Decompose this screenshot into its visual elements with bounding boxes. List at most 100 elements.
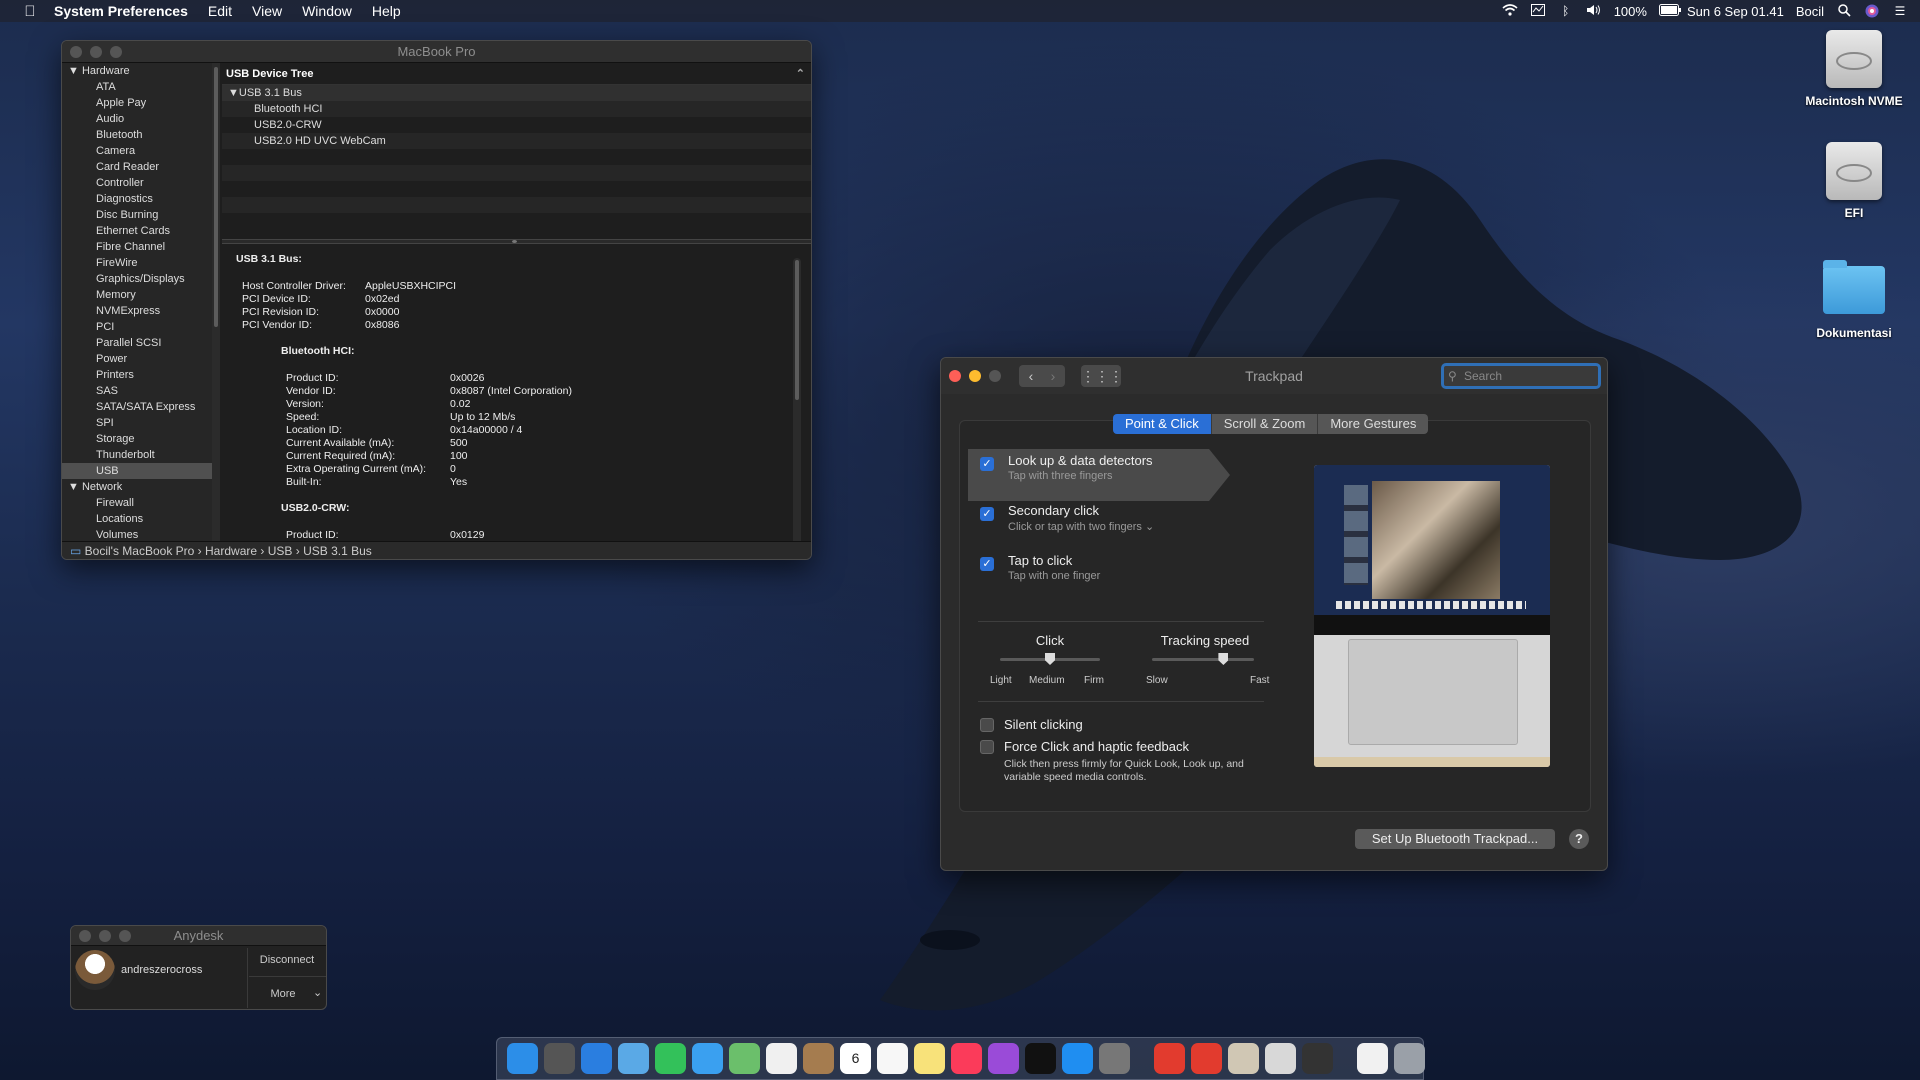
sidebar-item-memory[interactable]: Memory xyxy=(62,287,212,303)
checkbox-look-up[interactable]: ✓ xyxy=(980,457,994,471)
sidebar-item-storage[interactable]: Storage xyxy=(62,431,212,447)
option-sub[interactable]: Click or tap with two fingers xyxy=(1008,521,1142,533)
tracking-speed-slider[interactable] xyxy=(1152,658,1254,661)
option-secondary-click[interactable]: ✓ Secondary click Click or tap with two … xyxy=(980,503,1154,533)
sidebar-item-sas[interactable]: SAS xyxy=(62,383,212,399)
sidebar-item-apple-pay[interactable]: Apple Pay xyxy=(62,95,212,111)
sidebar-item-fibre-channel[interactable]: Fibre Channel xyxy=(62,239,212,255)
checkbox-secondary-click[interactable]: ✓ xyxy=(980,507,994,521)
close-button[interactable] xyxy=(70,46,82,58)
anydesk-icon-2[interactable] xyxy=(1191,1043,1222,1074)
path-item[interactable]: USB xyxy=(268,544,293,558)
mail-icon[interactable] xyxy=(618,1043,649,1074)
sidebar-item-audio[interactable]: Audio xyxy=(62,111,212,127)
sidebar-item-firewall[interactable]: Firewall xyxy=(62,495,212,511)
menu-window[interactable]: Window xyxy=(292,0,362,22)
usb-tool-icon[interactable] xyxy=(1302,1043,1333,1074)
reminders-icon[interactable] xyxy=(877,1043,908,1074)
zoom-button[interactable] xyxy=(110,46,122,58)
sidebar-item-firewire[interactable]: FireWire xyxy=(62,255,212,271)
calendar-icon[interactable]: 6 xyxy=(840,1043,871,1074)
zoom-button[interactable] xyxy=(989,370,1001,382)
tab-point-click[interactable]: Point & Click xyxy=(1113,414,1212,434)
siri-icon[interactable] xyxy=(1864,4,1880,18)
sidebar-item-controller[interactable]: Controller xyxy=(62,175,212,191)
close-button[interactable] xyxy=(949,370,961,382)
help-button[interactable]: ? xyxy=(1569,829,1589,849)
sidebar-item-parallel-scsi[interactable]: Parallel SCSI xyxy=(62,335,212,351)
bluetooth-icon[interactable]: ᛒ xyxy=(1558,4,1574,18)
sidebar-item-ata[interactable]: ATA xyxy=(62,79,212,95)
setup-bluetooth-trackpad-button[interactable]: Set Up Bluetooth Trackpad... xyxy=(1355,829,1555,849)
sidebar-item-printers[interactable]: Printers xyxy=(62,367,212,383)
appstore-icon[interactable] xyxy=(1062,1043,1093,1074)
menu-view[interactable]: View xyxy=(242,0,292,22)
battery-percent[interactable]: 100% xyxy=(1614,4,1647,19)
detail-scrollbar[interactable] xyxy=(793,258,801,548)
menu-edit[interactable]: Edit xyxy=(198,0,242,22)
more-button[interactable]: More xyxy=(251,988,315,1000)
option-force-click[interactable]: Force Click and haptic feedback Click th… xyxy=(980,739,1280,784)
close-button[interactable] xyxy=(79,930,91,942)
chevron-down-icon[interactable]: ⌄ xyxy=(1145,521,1154,533)
disconnect-button[interactable]: Disconnect xyxy=(251,954,323,966)
facetime-icon[interactable] xyxy=(655,1043,686,1074)
sidebar-item-diagnostics[interactable]: Diagnostics xyxy=(62,191,212,207)
safari-icon[interactable] xyxy=(581,1043,612,1074)
sidebar-item-nvmexpress[interactable]: NVMExpress xyxy=(62,303,212,319)
maps-icon[interactable] xyxy=(729,1043,760,1074)
sidebar-item-spi[interactable]: SPI xyxy=(62,415,212,431)
click-slider-knob[interactable] xyxy=(1045,653,1055,665)
sidebar-group-network[interactable]: ▼ Network xyxy=(62,479,212,495)
path-item[interactable]: Bocil's MacBook Pro xyxy=(85,544,195,558)
menu-help[interactable]: Help xyxy=(362,0,411,22)
tree-row-device[interactable]: USB2.0 HD UVC WebCam xyxy=(222,133,811,149)
apple-menu-icon[interactable]:  xyxy=(20,3,40,20)
search-input[interactable]: ⚲ Search xyxy=(1441,363,1601,389)
sidebar-item-power[interactable]: Power xyxy=(62,351,212,367)
menubar-user[interactable]: Bocil xyxy=(1796,4,1824,19)
notification-center-icon[interactable]: ☰ xyxy=(1892,4,1908,18)
minimize-button[interactable] xyxy=(99,930,111,942)
path-item[interactable]: USB 3.1 Bus xyxy=(303,544,372,558)
tree-row-bus[interactable]: ▼USB 3.1 Bus xyxy=(222,85,811,101)
preview-icon[interactable] xyxy=(1228,1043,1259,1074)
tracking-speed-knob[interactable] xyxy=(1218,653,1229,665)
wifi-icon[interactable] xyxy=(1502,4,1518,18)
tab-more-gestures[interactable]: More Gestures xyxy=(1318,414,1429,434)
tree-row-device[interactable]: USB2.0-CRW xyxy=(222,117,811,133)
sidebar-item-card-reader[interactable]: Card Reader xyxy=(62,159,212,175)
system-preferences-icon[interactable] xyxy=(1099,1043,1130,1074)
finder-icon[interactable] xyxy=(507,1043,538,1074)
tree-row-device[interactable]: Bluetooth HCI xyxy=(222,101,811,117)
sidebar-item-thunderbolt[interactable]: Thunderbolt xyxy=(62,447,212,463)
zoom-button[interactable] xyxy=(119,930,131,942)
tab-scroll-zoom[interactable]: Scroll & Zoom xyxy=(1211,414,1319,434)
chevron-down-icon[interactable]: ⌄ xyxy=(313,986,322,999)
messages-icon[interactable] xyxy=(692,1043,723,1074)
sidebar-item-graphics-displays[interactable]: Graphics/Displays xyxy=(62,271,212,287)
option-look-up[interactable]: ✓ Look up & data detectors Tap with thre… xyxy=(980,453,1153,482)
forward-arrow-icon[interactable]: › xyxy=(1042,365,1064,387)
back-arrow-icon[interactable]: ‹ xyxy=(1020,365,1042,387)
option-silent-clicking[interactable]: Silent clicking xyxy=(980,717,1083,732)
sidebar-item-sata-sata-express[interactable]: SATA/SATA Express xyxy=(62,399,212,415)
trash-icon[interactable] xyxy=(1394,1043,1425,1074)
notes-icon[interactable] xyxy=(914,1043,945,1074)
checkbox-force-click[interactable] xyxy=(980,740,994,754)
battery-icon[interactable] xyxy=(1658,4,1681,18)
script-editor-icon[interactable] xyxy=(1265,1043,1296,1074)
sidebar-scrollbar[interactable] xyxy=(212,63,220,553)
desktop-icon-dokumentasi[interactable]: Dokumentasi xyxy=(1794,258,1914,340)
sidebar-item-usb[interactable]: USB xyxy=(62,463,212,479)
sidebar-item-pci[interactable]: PCI xyxy=(62,319,212,335)
contacts-icon[interactable] xyxy=(803,1043,834,1074)
sidebar-group-hardware[interactable]: ▼ Hardware xyxy=(62,63,212,79)
photos-icon[interactable] xyxy=(766,1043,797,1074)
desktop-icon-efi[interactable]: EFI xyxy=(1794,142,1914,220)
checkbox-silent-clicking[interactable] xyxy=(980,718,994,732)
device-tree-header[interactable]: USB Device Tree ⌃ xyxy=(222,63,811,85)
sidebar-item-camera[interactable]: Camera xyxy=(62,143,212,159)
split-divider[interactable] xyxy=(222,239,811,244)
podcasts-icon[interactable] xyxy=(988,1043,1019,1074)
